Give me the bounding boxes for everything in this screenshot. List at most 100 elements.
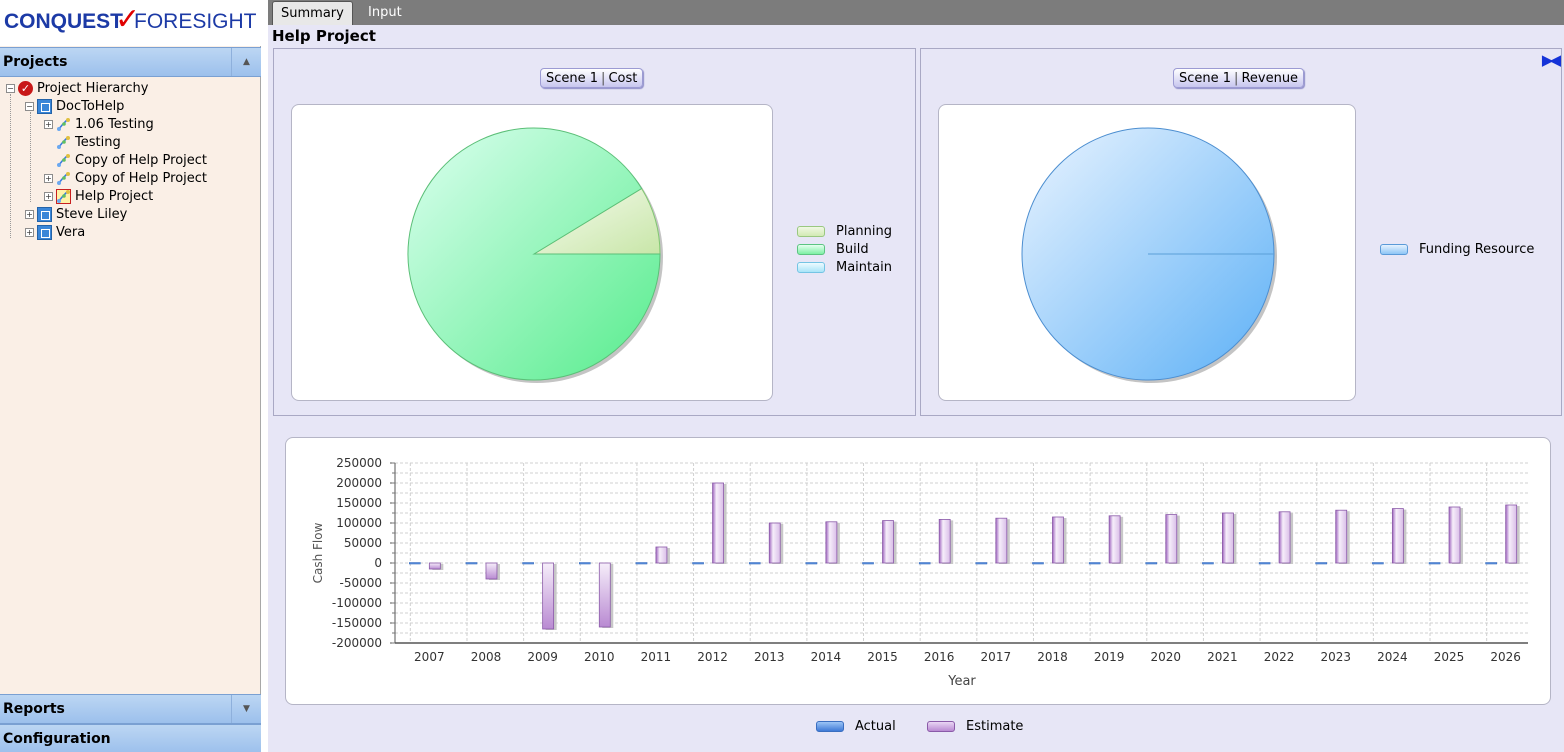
- x-tick-label: 2017: [981, 650, 1012, 664]
- tree-item-copy-of-help-project[interactable]: + Copy of Help Project: [44, 170, 207, 188]
- configuration-panel-header[interactable]: Configuration: [0, 724, 261, 752]
- cost-scene-selector[interactable]: Scene 1 | Cost: [540, 68, 644, 88]
- bar-estimate-2009[interactable]: [542, 562, 555, 630]
- tree-item-vera[interactable]: + Vera: [25, 224, 85, 242]
- legend-item-maintain: Maintain: [797, 260, 892, 276]
- tree-item-1-06-testing[interactable]: +1.06 Testing: [44, 116, 154, 134]
- main-content: Help Project Scene 1 | Cost Planning Build M…: [268, 25, 1564, 752]
- bar-estimate-2015[interactable]: [882, 520, 894, 564]
- tree-item-project-hierarchy[interactable]: − ✓ Project Hierarchy: [6, 80, 148, 98]
- tree-item-copy-of-help-project[interactable]: Copy of Help Project: [44, 152, 207, 170]
- projects-panel-header[interactable]: Projects ▲: [0, 47, 261, 77]
- bar-estimate-2022[interactable]: [1278, 511, 1291, 564]
- legend-item-funding-resource: Funding Resource: [1380, 242, 1534, 258]
- cashflow-bar-chart: 250000 200000 150000 100000 50000 0 -50000 -100…: [311, 456, 1528, 689]
- bar-actual-2023[interactable]: [1315, 562, 1328, 565]
- bar-estimate-2008[interactable]: [485, 562, 498, 580]
- x-tick-label: 2020: [1151, 650, 1182, 664]
- y-tick-label: -150000: [332, 616, 382, 630]
- bar-actual-2025[interactable]: [1428, 562, 1441, 565]
- bar-estimate-2014[interactable]: [825, 521, 838, 564]
- bar-estimate-2007[interactable]: [428, 562, 441, 570]
- x-tick-label: 2012: [697, 650, 728, 664]
- bar-actual-2020[interactable]: [1145, 562, 1158, 565]
- bar-estimate-2012[interactable]: [712, 482, 724, 564]
- x-tick-label: 2023: [1320, 650, 1351, 664]
- tree-item-help-project[interactable]: + Help Project: [44, 188, 153, 206]
- expand-toggle-icon[interactable]: +: [44, 120, 53, 129]
- y-tick-label: 100000: [336, 516, 382, 530]
- bar-actual-2007[interactable]: [409, 562, 421, 565]
- tree-item-steve-liley[interactable]: + Steve Liley: [25, 206, 127, 224]
- bar-estimate-2016[interactable]: [938, 519, 951, 564]
- x-tick-label: 2018: [1037, 650, 1068, 664]
- expand-toggle-icon[interactable]: +: [25, 210, 34, 219]
- bar-actual-2015[interactable]: [862, 562, 874, 565]
- bar-actual-2009[interactable]: [522, 562, 534, 565]
- bar-actual-2026[interactable]: [1485, 562, 1497, 565]
- bar-actual-2008[interactable]: [465, 562, 478, 565]
- pie-slice-build[interactable]: [407, 127, 661, 381]
- bar-estimate-2024[interactable]: [1391, 508, 1404, 564]
- legend-label: Planning: [836, 224, 892, 239]
- expand-toggle-icon[interactable]: +: [25, 228, 34, 237]
- tree-item-label: Steve Liley: [56, 207, 128, 222]
- expand-toggle-icon[interactable]: +: [44, 174, 53, 183]
- x-tick-label: 2022: [1264, 650, 1295, 664]
- bar-estimate-2011[interactable]: [655, 546, 668, 564]
- x-tick-label: 2014: [811, 650, 842, 664]
- x-tick-label: 2013: [754, 650, 785, 664]
- tree-item-label: Copy of Help Project: [75, 171, 208, 186]
- collapse-toggle-icon[interactable]: −: [25, 102, 34, 111]
- legend-item-actual: Actual: [816, 719, 896, 735]
- legend-label: Build: [836, 242, 869, 257]
- org-icon: [37, 207, 52, 222]
- bar-estimate-2010[interactable]: [598, 562, 611, 628]
- cost-scene-type: Cost: [608, 71, 638, 86]
- bar-estimate-2021[interactable]: [1222, 512, 1234, 564]
- checkmark-icon: ✓: [18, 81, 33, 96]
- bar-actual-2012[interactable]: [692, 562, 704, 565]
- bar-estimate-2020[interactable]: [1165, 514, 1178, 564]
- bar-actual-2018[interactable]: [1032, 562, 1044, 565]
- tree-item-label: Testing: [75, 135, 121, 150]
- bar-actual-2022[interactable]: [1258, 562, 1271, 565]
- bar-actual-2014[interactable]: [805, 562, 818, 565]
- project-icon: [56, 153, 71, 168]
- bar-actual-2019[interactable]: [1088, 562, 1101, 565]
- expand-down-icon[interactable]: ▼: [231, 695, 261, 723]
- tab-summary[interactable]: Summary: [272, 1, 353, 25]
- bar-estimate-2013[interactable]: [768, 522, 781, 564]
- legend-item-planning: Planning: [797, 224, 892, 240]
- tree-item-testing[interactable]: Testing: [44, 134, 121, 152]
- collapse-toggle-icon[interactable]: −: [6, 84, 15, 93]
- bar-estimate-2026[interactable]: [1505, 504, 1518, 564]
- y-axis-label: Cash Flow: [311, 522, 325, 583]
- x-tick-label: 2007: [414, 650, 445, 664]
- bar-actual-2013[interactable]: [748, 562, 761, 565]
- bar-actual-2011[interactable]: [635, 562, 648, 565]
- bar-actual-2021[interactable]: [1202, 562, 1214, 565]
- tree-connector: [30, 112, 31, 202]
- tab-input[interactable]: Input: [360, 1, 410, 25]
- x-tick-label: 2011: [641, 650, 672, 664]
- bar-estimate-2017[interactable]: [995, 517, 1008, 564]
- collapse-up-icon[interactable]: ▲: [231, 48, 261, 76]
- x-tick-label: 2010: [584, 650, 615, 664]
- bar-actual-2024[interactable]: [1372, 562, 1384, 565]
- revenue-pie-box: [938, 104, 1356, 401]
- bar-actual-2010[interactable]: [578, 562, 591, 565]
- bar-actual-2016[interactable]: [918, 562, 931, 565]
- expand-toggle-icon[interactable]: +: [44, 192, 53, 201]
- revenue-scene-selector[interactable]: Scene 1 | Revenue: [1173, 68, 1305, 88]
- bar-estimate-2019[interactable]: [1108, 515, 1121, 564]
- bar-actual-2017[interactable]: [975, 562, 988, 565]
- collapse-arrows-icon[interactable]: ▶◀: [1542, 51, 1561, 69]
- page-title: Help Project: [272, 27, 376, 45]
- bar-estimate-2025[interactable]: [1448, 506, 1461, 564]
- bar-estimate-2023[interactable]: [1335, 509, 1348, 564]
- reports-panel-header[interactable]: Reports ▼: [0, 694, 261, 724]
- tree-item-doctohelp[interactable]: − DocToHelp: [25, 98, 124, 116]
- bar-estimate-2018[interactable]: [1052, 516, 1064, 564]
- x-axis-label: Year: [947, 674, 976, 689]
